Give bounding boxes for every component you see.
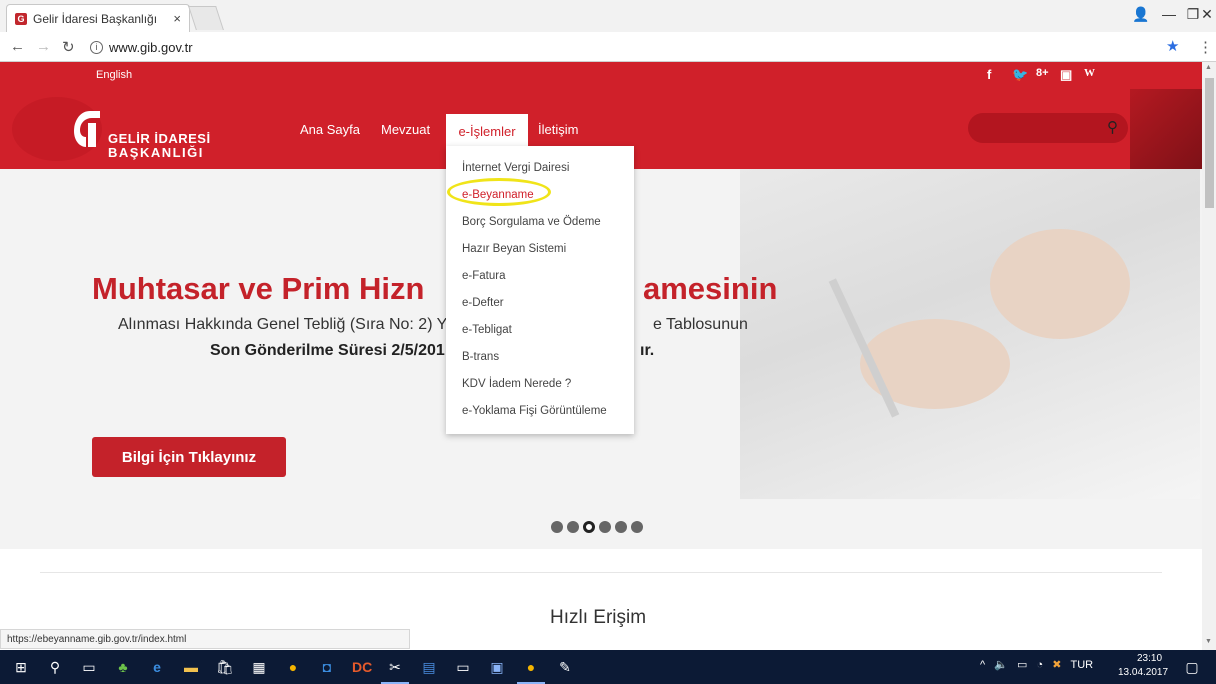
- task-view-icon[interactable]: ▭: [80, 658, 98, 676]
- twitter-icon[interactable]: 🐦: [1012, 67, 1028, 83]
- dropdown-item[interactable]: KDV İadem Nerede ?: [462, 378, 571, 390]
- app-icon[interactable]: ◘: [318, 658, 336, 676]
- battery-icon[interactable]: ▭: [1017, 659, 1027, 671]
- dropdown-item[interactable]: B-trans: [462, 351, 499, 363]
- clock-date[interactable]: 13.04.2017: [1118, 667, 1168, 678]
- edge-icon[interactable]: e: [148, 658, 166, 676]
- app-tool-icon[interactable]: ✂: [386, 658, 404, 676]
- googleplus-icon[interactable]: 8+: [1036, 67, 1049, 79]
- document-icon[interactable]: ▤: [420, 658, 438, 676]
- notification-icon[interactable]: ▢: [1183, 658, 1201, 676]
- forward-icon[interactable]: →: [36, 38, 51, 55]
- app-monitor-icon[interactable]: ▣: [488, 658, 506, 676]
- hero-deadline-tail: ır.: [640, 342, 655, 359]
- quick-access-heading: Hızlı Erişim: [550, 607, 647, 628]
- top-strip: English f 🐦 8+ ▣ W: [0, 62, 1202, 89]
- windows-start-icon[interactable]: ⊞: [12, 658, 30, 676]
- search-icon[interactable]: ⚲: [1107, 118, 1118, 136]
- slider-dot[interactable]: [615, 521, 627, 533]
- dropdown-item[interactable]: e-Yoklama Fişi Görüntüleme: [462, 405, 607, 417]
- store-icon[interactable]: 🛍: [216, 658, 234, 676]
- highlight-circle: [447, 178, 551, 206]
- scroll-up-icon[interactable]: ▲: [1205, 64, 1212, 71]
- slider-dot[interactable]: [567, 521, 579, 533]
- wifi-icon[interactable]: ◔: [1036, 659, 1043, 671]
- tray-chevron-icon[interactable]: ^: [980, 659, 985, 671]
- dropdown-item[interactable]: Borç Sorgulama ve Ödeme: [462, 216, 601, 228]
- paint-icon[interactable]: ✎: [556, 658, 574, 676]
- logo-line1: GELİR İDARESİ: [108, 131, 211, 146]
- tab-title: Gelir İdaresi Başkanlığı: [33, 11, 158, 26]
- taskbar: ⊞ ⚲ ▭ ♣ e ▬ 🛍 ▦ ● ◘ DC ✂ ▤ ▭ ▣ ● ✎ ^ 🔈 ▭…: [0, 650, 1216, 684]
- menu-contact[interactable]: İletişim: [538, 122, 578, 137]
- hero-headline: Muhtasar ve Prim Hizn: [92, 271, 425, 306]
- menu-home[interactable]: Ana Sayfa: [300, 122, 360, 137]
- chrome-active-icon[interactable]: ●: [522, 658, 540, 676]
- slider-dot[interactable]: [631, 521, 643, 533]
- scroll-down-icon[interactable]: ▼: [1205, 638, 1212, 645]
- menu-legislation[interactable]: Mevzuat: [381, 122, 430, 137]
- bookmark-star-icon[interactable]: ★: [1166, 37, 1179, 55]
- new-tab-button[interactable]: [188, 6, 224, 30]
- hand-shape: [990, 229, 1130, 339]
- hero-image: [740, 169, 1200, 499]
- close-window-icon[interactable]: ✕: [1200, 6, 1214, 24]
- facebook-icon[interactable]: f: [987, 67, 991, 82]
- hero-deadline: Son Gönderilme Süresi 2/5/201: [210, 342, 445, 359]
- wikipedia-icon[interactable]: W: [1084, 67, 1095, 79]
- system-tray[interactable]: ^ 🔈 ▭ ◔ ✖ TUR: [980, 658, 1093, 671]
- hero-subtitle-tail: e Tablosunun: [653, 316, 748, 333]
- status-bubble: https://ebeyanname.gib.gov.tr/index.html: [0, 629, 410, 649]
- dropdown-item[interactable]: İnternet Vergi Dairesi: [462, 162, 569, 174]
- section-divider: [40, 572, 1162, 573]
- gib-logo-icon[interactable]: [70, 107, 104, 151]
- favicon-icon: G: [15, 12, 27, 25]
- info-button[interactable]: Bilgi İçin Tıklayınız: [92, 437, 286, 477]
- tab-close-icon[interactable]: ×: [173, 11, 181, 26]
- app-dc-icon[interactable]: DC: [352, 658, 372, 676]
- scrollbar-thumb[interactable]: [1205, 78, 1214, 208]
- dropdown-item[interactable]: e-Fatura: [462, 270, 505, 282]
- chrome-icon[interactable]: ●: [284, 658, 302, 676]
- reload-icon[interactable]: ↻: [62, 38, 75, 56]
- back-icon[interactable]: ←: [10, 38, 25, 55]
- search-input[interactable]: ⚲: [968, 113, 1128, 143]
- volume-icon[interactable]: 🔈: [994, 659, 1008, 671]
- browser-tab[interactable]: G Gelir İdaresi Başkanlığı ×: [6, 4, 190, 32]
- app-tray-icon[interactable]: ✖: [1052, 659, 1061, 671]
- dropdown-item[interactable]: e-Defter: [462, 297, 504, 309]
- web-page: English f 🐦 8+ ▣ W GELİR İDARESİ BAŞKANL…: [0, 62, 1202, 650]
- people-app-icon[interactable]: ♣: [114, 658, 132, 676]
- slider-dot[interactable]: [599, 521, 611, 533]
- file-explorer-icon[interactable]: ▬: [182, 658, 200, 676]
- tab-bar: G Gelir İdaresi Başkanlığı × 👤 — ❐ ✕: [0, 0, 1216, 32]
- english-link[interactable]: English: [96, 69, 132, 81]
- url-text: www.gib.gov.tr: [109, 39, 193, 55]
- menu-eservices[interactable]: e-İşlemler: [446, 114, 528, 149]
- address-bar-row: ← → ↻ i www.gib.gov.tr ★ ⋮: [0, 32, 1216, 62]
- hero-subtitle: Alınması Hakkında Genel Tebliğ (Sıra No:…: [118, 316, 456, 333]
- youtube-icon[interactable]: ▣: [1060, 67, 1072, 83]
- calculator-icon[interactable]: ▦: [250, 658, 268, 676]
- info-icon[interactable]: i: [90, 40, 103, 54]
- minimize-icon[interactable]: —: [1156, 6, 1182, 24]
- address-input[interactable]: i www.gib.gov.tr: [90, 36, 1188, 58]
- dropdown-item[interactable]: Hazır Beyan Sistemi: [462, 243, 566, 255]
- slider-dot[interactable]: [551, 521, 563, 533]
- hero-headline-tail: amesinin: [643, 271, 778, 306]
- language-indicator[interactable]: TUR: [1070, 659, 1093, 671]
- slider-dots: [551, 521, 643, 533]
- dropdown-item[interactable]: e-Tebligat: [462, 324, 512, 336]
- clock-time[interactable]: 23:10: [1137, 653, 1162, 664]
- slider-dot-active[interactable]: [583, 521, 595, 533]
- logo-line2: BAŞKANLIĞI: [108, 145, 204, 160]
- menu-kebab-icon[interactable]: ⋮: [1198, 38, 1213, 56]
- portrait-image: [1130, 89, 1202, 169]
- search-icon[interactable]: ⚲: [46, 658, 64, 676]
- profile-icon[interactable]: 👤: [1128, 6, 1154, 24]
- terminal-icon[interactable]: ▭: [454, 658, 472, 676]
